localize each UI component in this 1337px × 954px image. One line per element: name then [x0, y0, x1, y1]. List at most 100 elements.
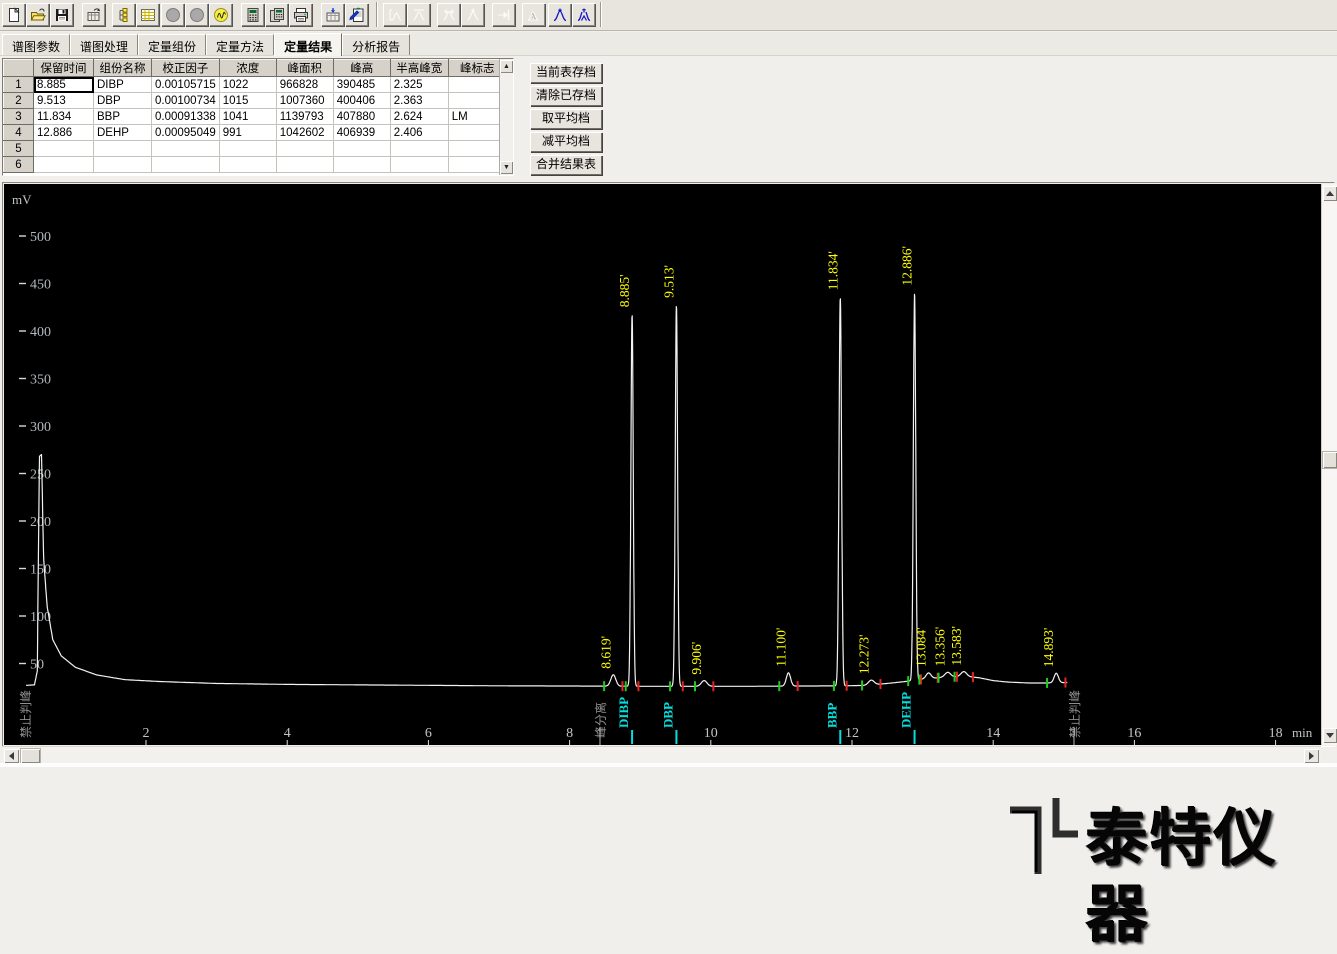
grid-cell[interactable]: 0.00095049: [152, 125, 220, 141]
save-file-button[interactable]: [50, 3, 73, 26]
grid-cell[interactable]: 0.00105715: [152, 77, 220, 93]
tab-定量组份[interactable]: 定量组份: [138, 34, 206, 55]
print-button[interactable]: [289, 3, 312, 26]
chart-vertical-scrollbar[interactable]: [1321, 184, 1337, 745]
button-清除已存档[interactable]: 清除已存档: [530, 86, 602, 106]
grid-cell[interactable]: [152, 141, 220, 157]
grid-cell[interactable]: 1139793: [276, 109, 333, 125]
chart-horizontal-scrollbar[interactable]: [2, 746, 1321, 763]
grid-cell[interactable]: [219, 157, 276, 173]
grid-cell[interactable]: [448, 125, 506, 141]
row-header-5[interactable]: 5: [4, 141, 34, 157]
calculator-button[interactable]: [241, 3, 264, 26]
grid-cell[interactable]: 12.886: [34, 125, 94, 141]
row-header-6[interactable]: 6: [4, 157, 34, 173]
button-减平均档[interactable]: 减平均档: [530, 132, 602, 152]
tab-定量方法[interactable]: 定量方法: [206, 34, 274, 55]
batch-calculate-button[interactable]: [265, 3, 288, 26]
grid-cell[interactable]: [448, 157, 506, 173]
chromatogram-plot[interactable]: mV50045040035030025020015010050246810121…: [4, 184, 1321, 745]
button-当前表存档[interactable]: 当前表存档: [530, 63, 602, 83]
button-合并结果表[interactable]: 合并结果表: [530, 155, 602, 175]
grid-cell[interactable]: 0.00091338: [152, 109, 220, 125]
row-header-4[interactable]: 4: [4, 125, 34, 141]
grid-cell[interactable]: [34, 157, 94, 173]
grid-cell[interactable]: [448, 93, 506, 109]
import-table-button[interactable]: [321, 3, 344, 26]
grid-cell[interactable]: 8.885: [34, 77, 94, 93]
grid-cell[interactable]: BBP: [94, 109, 152, 125]
grid-cell[interactable]: [219, 141, 276, 157]
print-icon: [293, 7, 309, 23]
component-tree-button[interactable]: [112, 3, 135, 26]
acquire-signal-button[interactable]: [209, 3, 232, 26]
export-report-button[interactable]: [82, 3, 105, 26]
grid-cell[interactable]: [152, 157, 220, 173]
grid-cell[interactable]: [276, 157, 333, 173]
stop-circle-button-2[interactable]: [185, 3, 208, 26]
button-取平均档[interactable]: 取平均档: [530, 109, 602, 129]
grid-cell[interactable]: 2.363: [390, 93, 448, 109]
chart-hscroll-thumb[interactable]: [21, 749, 40, 763]
grid-cell[interactable]: 1041: [219, 109, 276, 125]
grid-cell[interactable]: [34, 141, 94, 157]
grid-cell[interactable]: [94, 141, 152, 157]
grid-scroll-up-button[interactable]: ▲: [500, 60, 513, 73]
grid-cell[interactable]: 406939: [333, 125, 390, 141]
chart-scroll-right-button[interactable]: [1304, 749, 1319, 763]
grid-cell[interactable]: [390, 141, 448, 157]
split-peak-button[interactable]: [572, 3, 595, 26]
grid-cell[interactable]: 2.406: [390, 125, 448, 141]
grid-cell[interactable]: DIBP: [94, 77, 152, 93]
grid-cell[interactable]: [333, 141, 390, 157]
grid-cell[interactable]: 991: [219, 125, 276, 141]
grid-scroll-down-button[interactable]: ▼: [500, 161, 513, 174]
grid-cell[interactable]: 1007360: [276, 93, 333, 109]
svg-text:2: 2: [143, 726, 150, 741]
chart-scroll-left-button[interactable]: [4, 749, 19, 763]
edit-report-button[interactable]: [345, 3, 368, 26]
grid-cell[interactable]: [333, 157, 390, 173]
chart-vscroll-thumb[interactable]: [1323, 452, 1337, 468]
svg-text:BBP: BBP: [824, 703, 839, 728]
grid-cell[interactable]: 11.834: [34, 109, 94, 125]
open-file-button[interactable]: [26, 3, 49, 26]
chart-scroll-down-button[interactable]: [1323, 728, 1337, 743]
new-document-button[interactable]: [2, 3, 25, 26]
grid-cell[interactable]: [448, 141, 506, 157]
tab-谱图参数[interactable]: 谱图参数: [2, 34, 70, 55]
grid-cell[interactable]: 1042602: [276, 125, 333, 141]
grid-cell[interactable]: 407880: [333, 109, 390, 125]
grid-cell[interactable]: 400406: [333, 93, 390, 109]
stop-circle-button[interactable]: [161, 3, 184, 26]
grid-cell[interactable]: [390, 157, 448, 173]
peak-start-mark-button: [383, 3, 406, 26]
grid-cell[interactable]: 2.325: [390, 77, 448, 93]
grid-cell[interactable]: 1022: [219, 77, 276, 93]
svg-text:8.885': 8.885': [617, 274, 632, 307]
grid-cell[interactable]: 1015: [219, 93, 276, 109]
grid-cell[interactable]: 390485: [333, 77, 390, 93]
grid-vertical-scrollbar[interactable]: ▲ ▼: [499, 59, 513, 175]
grid-table-button[interactable]: [136, 3, 159, 26]
row-header-2[interactable]: 2: [4, 93, 34, 109]
grid-cell[interactable]: DBP: [94, 93, 152, 109]
svg-text:11.834': 11.834': [825, 251, 840, 290]
grid-cell[interactable]: 966828: [276, 77, 333, 93]
tab-谱图处理[interactable]: 谱图处理: [70, 34, 138, 55]
grid-cell[interactable]: 2.624: [390, 109, 448, 125]
grid-cell[interactable]: 9.513: [34, 93, 94, 109]
grid-cell[interactable]: LM: [448, 109, 506, 125]
tab-分析报告[interactable]: 分析报告: [342, 34, 410, 55]
tab-定量结果[interactable]: 定量结果: [274, 33, 342, 56]
row-header-3[interactable]: 3: [4, 109, 34, 125]
chart-scroll-up-button[interactable]: [1323, 186, 1337, 201]
grid-cell[interactable]: DEHP: [94, 125, 152, 141]
grid-cell[interactable]: [448, 77, 506, 93]
row-header-1[interactable]: 1: [4, 77, 34, 93]
grid-cell[interactable]: [94, 157, 152, 173]
shift-right-button: [492, 3, 515, 26]
grid-cell[interactable]: [276, 141, 333, 157]
add-peak-button[interactable]: [548, 3, 571, 26]
grid-cell[interactable]: 0.00100734: [152, 93, 220, 109]
